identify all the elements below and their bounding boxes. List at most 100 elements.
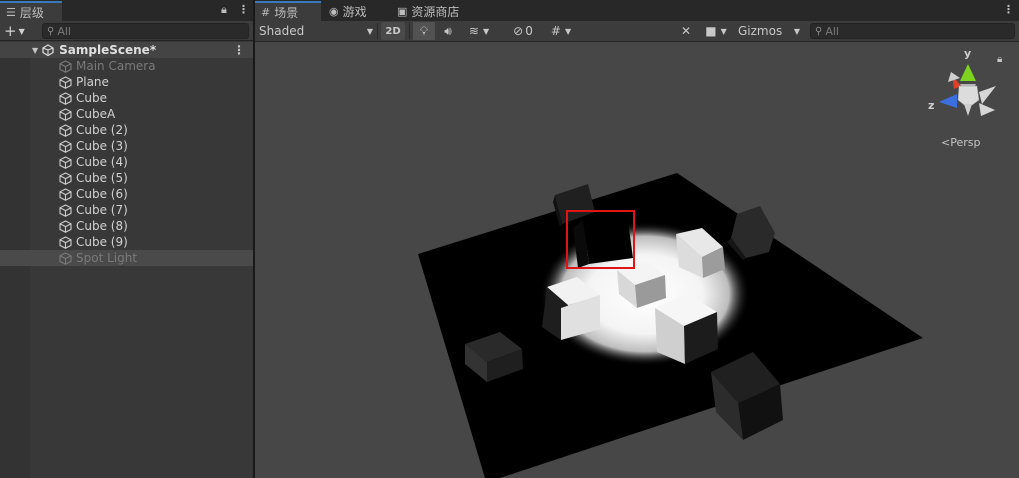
gizmos-dropdown[interactable]: Gizmos ▼ [735, 22, 803, 40]
lightbulb-icon: 💡︎ [419, 23, 429, 38]
hierarchy-tabbar: ☰ 层级 🔒︎ ⋮ [0, 0, 253, 21]
scene-tabbar: # 场景 ◉ 游戏 ▣ 资源商店 ⋮ [255, 0, 1019, 21]
audio-toggle[interactable]: 🔊︎ [437, 22, 459, 40]
effects-dropdown[interactable]: ≋ ▼ [463, 22, 495, 40]
tab-game-label: 游戏 [342, 5, 367, 19]
hierarchy-item[interactable]: Plane [0, 74, 253, 90]
grid-icon: # [261, 5, 271, 19]
hierarchy-item[interactable]: Spot Light [0, 250, 253, 266]
chevron-down-icon: ▼ [482, 26, 490, 36]
shading-mode-dropdown[interactable]: Shaded ▼ [257, 22, 375, 40]
scene-row[interactable]: ▼ SampleScene* ⋮ [0, 42, 253, 58]
projection-toggle[interactable]: <Persp [941, 136, 980, 149]
tab-scene[interactable]: # 场景 [255, 1, 321, 21]
camera-icon: ■ [705, 24, 717, 38]
scene-toolbar: Shaded ▼ 2D 💡︎ 🔊︎ ≋ ▼ ⊘ 0 # ▼ ✕ ■ ▼ Gizmos [255, 21, 1019, 42]
chevron-down-icon: ▼ [18, 26, 25, 36]
speaker-icon: 🔊︎ [444, 23, 452, 38]
scene-viewport[interactable]: y z 🔒︎ <Persp [255, 42, 1019, 478]
hierarchy-item-label: Cube (2) [76, 123, 128, 137]
hierarchy-item-label: Cube (7) [76, 203, 128, 217]
chevron-down-icon: ▼ [366, 26, 373, 36]
shopping-bag-icon: ▣ [397, 5, 408, 18]
list-icon: ☰ [6, 5, 16, 19]
more-options-icon[interactable]: ⋮ [1003, 3, 1014, 16]
hierarchy-item[interactable]: Cube [0, 90, 253, 106]
hierarchy-item-label: Cube (8) [76, 219, 128, 233]
gizmos-label: Gizmos [738, 24, 783, 38]
gameobject-cube-icon [59, 59, 72, 73]
hidden-count: 0 [525, 24, 533, 38]
eye-slash-icon: ⊘ [513, 24, 524, 38]
unity-scene-icon [42, 44, 54, 56]
scene-name: SampleScene* [59, 43, 157, 57]
tab-hierarchy[interactable]: ☰ 层级 [0, 1, 62, 21]
tab-hierarchy-label: 层级 [19, 5, 44, 20]
hierarchy-item[interactable]: Cube (9) [0, 234, 253, 250]
toggle-2d-button[interactable]: 2D [381, 22, 405, 40]
persp-arrow-icon: < [941, 136, 951, 149]
chevron-down-icon: ▼ [720, 26, 727, 36]
hierarchy-item[interactable]: Cube (7) [0, 202, 253, 218]
tools-icon: ✕ [680, 24, 692, 38]
chevron-down-icon: ▼ [793, 26, 800, 36]
shading-mode-value: Shaded [259, 24, 305, 38]
lock-icon[interactable]: 🔒︎ [221, 3, 227, 17]
gizmo-y-label: y [964, 47, 972, 60]
hierarchy-item[interactable]: CubeA [0, 106, 253, 122]
more-options-icon[interactable]: ⋮ [238, 3, 249, 16]
hierarchy-item[interactable]: Cube (3) [0, 138, 253, 154]
hierarchy-item-label: Cube (6) [76, 187, 128, 201]
gameobject-cube-icon [59, 219, 72, 233]
hierarchy-search-input[interactable] [57, 24, 248, 38]
projection-label: Persp [950, 136, 981, 149]
scene-search[interactable]: ⚲ [810, 23, 1015, 39]
tab-scene-label: 场景 [274, 5, 299, 20]
hierarchy-toolbar: + ▼ ⚲ [0, 21, 253, 41]
tab-asset-store[interactable]: ▣ 资源商店 [391, 2, 471, 21]
hierarchy-item[interactable]: Cube (2) [0, 122, 253, 138]
hierarchy-item[interactable]: Main Camera [0, 58, 253, 74]
hierarchy-item[interactable]: Cube (8) [0, 218, 253, 234]
camera-dropdown[interactable]: ■ ▼ [701, 22, 731, 40]
hierarchy-item-label: Cube (9) [76, 235, 128, 249]
chevron-down-icon: ▼ [564, 26, 572, 36]
hierarchy-item-label: Plane [76, 75, 109, 89]
gameobject-cube-icon [59, 107, 72, 121]
hierarchy-item[interactable]: Cube (6) [0, 186, 253, 202]
layers-icon: ≋ [468, 24, 479, 38]
hierarchy-item[interactable]: Cube (5) [0, 170, 253, 186]
plus-icon: + [4, 22, 17, 40]
create-button[interactable]: + ▼ [4, 22, 25, 40]
tab-game[interactable]: ◉ 游戏 [323, 2, 393, 21]
hierarchy-item-label: Spot Light [76, 251, 138, 265]
lighting-toggle[interactable]: 💡︎ [413, 22, 435, 40]
gameobject-cube-icon [59, 235, 72, 249]
gameobject-cube-icon [59, 187, 72, 201]
search-icon: ⚲ [815, 25, 823, 37]
orientation-gizmo[interactable] [939, 64, 996, 116]
scene-search-input[interactable] [825, 24, 1014, 38]
hierarchy-item-label: Cube [76, 91, 107, 105]
grid-dropdown[interactable]: # ▼ [545, 22, 577, 40]
gameobject-cube-icon [59, 139, 72, 153]
expand-triangle-icon[interactable]: ▼ [32, 46, 38, 55]
search-icon: ⚲ [47, 25, 55, 37]
grid-snap-icon: # [550, 24, 561, 38]
scene-panel: # 场景 ◉ 游戏 ▣ 资源商店 ⋮ Shaded ▼ 2D 💡︎ 🔊︎ ≋▼ [255, 0, 1019, 478]
hierarchy-item[interactable]: Cube (4) [0, 154, 253, 170]
toolbar-divider [377, 23, 378, 39]
tools-button[interactable]: ✕ [675, 22, 697, 40]
gameobject-cube-icon [59, 155, 72, 169]
scene-menu-icon[interactable]: ⋮ [233, 43, 245, 57]
gameobject-cube-icon [59, 171, 72, 185]
gizmo-z-label: z [928, 99, 935, 112]
hierarchy-panel: ☰ 层级 🔒︎ ⋮ +▼ ⚲ ▼ SampleScene* ⋮ Main Cam… [0, 0, 253, 478]
gameobject-cube-icon [59, 123, 72, 137]
gamepad-icon: ◉ [329, 5, 339, 18]
gizmo-lock-icon[interactable]: 🔒︎ [997, 54, 1002, 65]
hierarchy-search[interactable]: ⚲ [42, 23, 249, 39]
toolbar-divider [409, 23, 410, 39]
scene-visibility-toggle[interactable]: ⊘ 0 [507, 22, 539, 40]
gameobject-cube-icon [59, 251, 72, 265]
